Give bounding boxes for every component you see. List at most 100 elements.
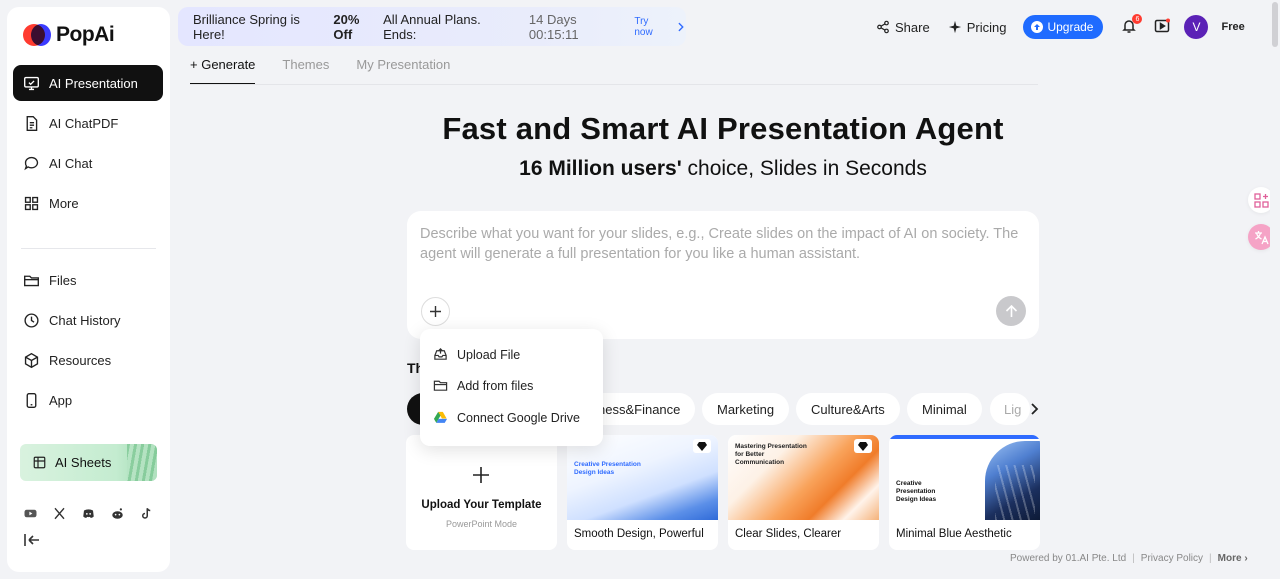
- sidebar-item-label: More: [49, 195, 79, 211]
- chip-light[interactable]: Lig: [990, 393, 1030, 425]
- page-subtitle: 16 Million users' choice, Slides in Seco…: [0, 157, 1280, 181]
- try-now-link[interactable]: Try now: [634, 16, 668, 38]
- menu-item-label: Connect Google Drive: [457, 410, 580, 425]
- x-icon[interactable]: [50, 504, 68, 522]
- menu-item-label: Add from files: [457, 378, 534, 393]
- add-attachment-button[interactable]: [421, 297, 450, 326]
- tab-generate[interactable]: + Generate: [190, 57, 256, 85]
- collapse-sidebar-icon[interactable]: [23, 532, 41, 548]
- menu-item-label: Upload File: [457, 347, 521, 362]
- premium-diamond-icon: [693, 439, 711, 453]
- scrollbar-thumb[interactable]: [1272, 2, 1278, 47]
- sidebar-item-label: Chat History: [49, 312, 121, 328]
- prompt-box[interactable]: Describe what you want for your slides, …: [407, 211, 1039, 339]
- menu-item-connect-google-drive[interactable]: Connect Google Drive: [433, 410, 580, 425]
- main-tabs: + Generate Themes My Presentation: [190, 57, 450, 85]
- spreadsheet-icon: [33, 456, 46, 469]
- premium-diamond-icon: [854, 439, 872, 453]
- popai-logo-icon: [23, 24, 51, 46]
- social-links: [21, 504, 155, 522]
- footer-separator: |: [1209, 553, 1212, 564]
- more-link[interactable]: More ›: [1218, 553, 1248, 564]
- sidebar-item-app[interactable]: App: [13, 382, 163, 418]
- prompt-input[interactable]: Describe what you want for your slides, …: [420, 224, 1020, 264]
- template-card[interactable]: Creative Presentation Design Ideas Smoot…: [567, 435, 718, 550]
- sidebar-divider: [21, 248, 156, 249]
- sidebar-item-chat-history[interactable]: Chat History: [13, 302, 163, 338]
- promo-offer: 20% Off: [333, 11, 360, 42]
- discord-icon[interactable]: [79, 504, 97, 522]
- chevron-right-icon[interactable]: [676, 22, 686, 32]
- more-label: More: [1217, 553, 1242, 564]
- cube-icon: [24, 352, 39, 368]
- plus-icon: [430, 306, 441, 317]
- translate-icon: [1254, 230, 1269, 244]
- menu-item-upload-file[interactable]: Upload File: [433, 347, 520, 362]
- grid-icon: [24, 196, 39, 210]
- sidebar-item-resources[interactable]: Resources: [13, 342, 163, 378]
- sidebar-item-label: App: [49, 392, 73, 408]
- upload-template-card[interactable]: Upload Your Template PowerPoint Mode: [406, 435, 557, 550]
- sparkle-icon: [948, 20, 961, 34]
- plan-label: Free: [1221, 21, 1245, 33]
- footer-separator: |: [1132, 553, 1135, 564]
- template-thumbnail: Creative Presentation Design Ideas: [889, 435, 1040, 520]
- folder-icon: [24, 275, 39, 286]
- upgrade-button[interactable]: Upgrade: [1023, 15, 1104, 39]
- page-title: Fast and Smart AI Presentation Agent: [442, 111, 1004, 146]
- notifications-button[interactable]: 6: [1121, 14, 1143, 36]
- pricing-button[interactable]: Pricing: [948, 20, 1006, 35]
- share-label: Share: [895, 19, 930, 35]
- plus-icon: [473, 467, 489, 483]
- header-actions: Share Pricing Upgrade 6 V Free: [876, 14, 1245, 40]
- template-card[interactable]: Creative Presentation Design Ideas Minim…: [889, 435, 1040, 550]
- tabs-divider: [190, 84, 1038, 85]
- template-thumbnail: Creative Presentation Design Ideas: [567, 435, 718, 520]
- template-thumb-text: Creative Presentation Design Ideas: [896, 480, 937, 503]
- sidebar-item-more[interactable]: More: [13, 185, 163, 221]
- video-play-icon: [1155, 18, 1171, 33]
- ai-sheets-banner[interactable]: AI Sheets: [20, 444, 157, 481]
- template-card[interactable]: Mastering Presentation for Better Commun…: [728, 435, 879, 550]
- folder-icon: [433, 380, 448, 391]
- subtitle-rest: choice, Slides in Seconds: [687, 157, 927, 180]
- avatar[interactable]: V: [1184, 15, 1209, 39]
- google-drive-icon: [433, 411, 448, 423]
- upload-tray-icon: [434, 348, 447, 360]
- template-thumb-text: Mastering Presentation for Better Commun…: [735, 443, 807, 466]
- send-button[interactable]: [996, 296, 1026, 326]
- attachment-menu: Upload File Add from files Connect Googl…: [420, 329, 603, 446]
- sidebar-item-ai-presentation[interactable]: AI Presentation: [13, 65, 163, 101]
- promo-lead: Brilliance Spring is Here!: [193, 11, 300, 42]
- tiktok-icon[interactable]: [137, 504, 155, 522]
- presentation-icon: [24, 76, 39, 90]
- template-thumbnail: Mastering Presentation for Better Commun…: [728, 435, 879, 520]
- chip-minimal[interactable]: Minimal: [907, 393, 982, 425]
- arrow-up-icon: [1005, 304, 1017, 317]
- menu-item-add-from-files[interactable]: Add from files: [433, 378, 533, 393]
- phone-icon: [26, 392, 37, 408]
- powered-by-text: Powered by 01.AI Pte. Ltd: [1010, 553, 1127, 564]
- sidebar-item-files[interactable]: Files: [13, 262, 163, 298]
- youtube-icon[interactable]: [21, 504, 39, 522]
- brand-name: PopAi: [56, 23, 115, 46]
- template-title: Minimal Blue Aesthetic: [896, 528, 1012, 540]
- chip-culture-arts[interactable]: Culture&Arts: [796, 393, 900, 425]
- promo-text: All Annual Plans. Ends:: [383, 11, 481, 42]
- video-button[interactable]: [1154, 18, 1172, 36]
- logo[interactable]: PopAi: [23, 23, 115, 47]
- privacy-policy-link[interactable]: Privacy Policy: [1141, 553, 1203, 564]
- share-button[interactable]: Share: [876, 20, 930, 35]
- scrollbar[interactable]: [1270, 0, 1280, 579]
- tab-my-presentation[interactable]: My Presentation: [356, 57, 450, 85]
- reddit-icon[interactable]: [108, 504, 126, 522]
- sidebar-item-label: Files: [49, 272, 77, 288]
- upgrade-arrow-icon: [1031, 21, 1044, 33]
- sidebar-item-label: AI Presentation: [49, 75, 138, 91]
- template-title: Clear Slides, Clearer Connections: [735, 528, 842, 540]
- promo-banner: Brilliance Spring is Here! 20% Off All A…: [178, 7, 686, 46]
- chevron-right-icon[interactable]: [1026, 401, 1042, 417]
- promo-timer: 14 Days 00:15:11: [528, 11, 579, 42]
- tab-themes[interactable]: Themes: [282, 57, 329, 85]
- chip-marketing[interactable]: Marketing: [702, 393, 790, 425]
